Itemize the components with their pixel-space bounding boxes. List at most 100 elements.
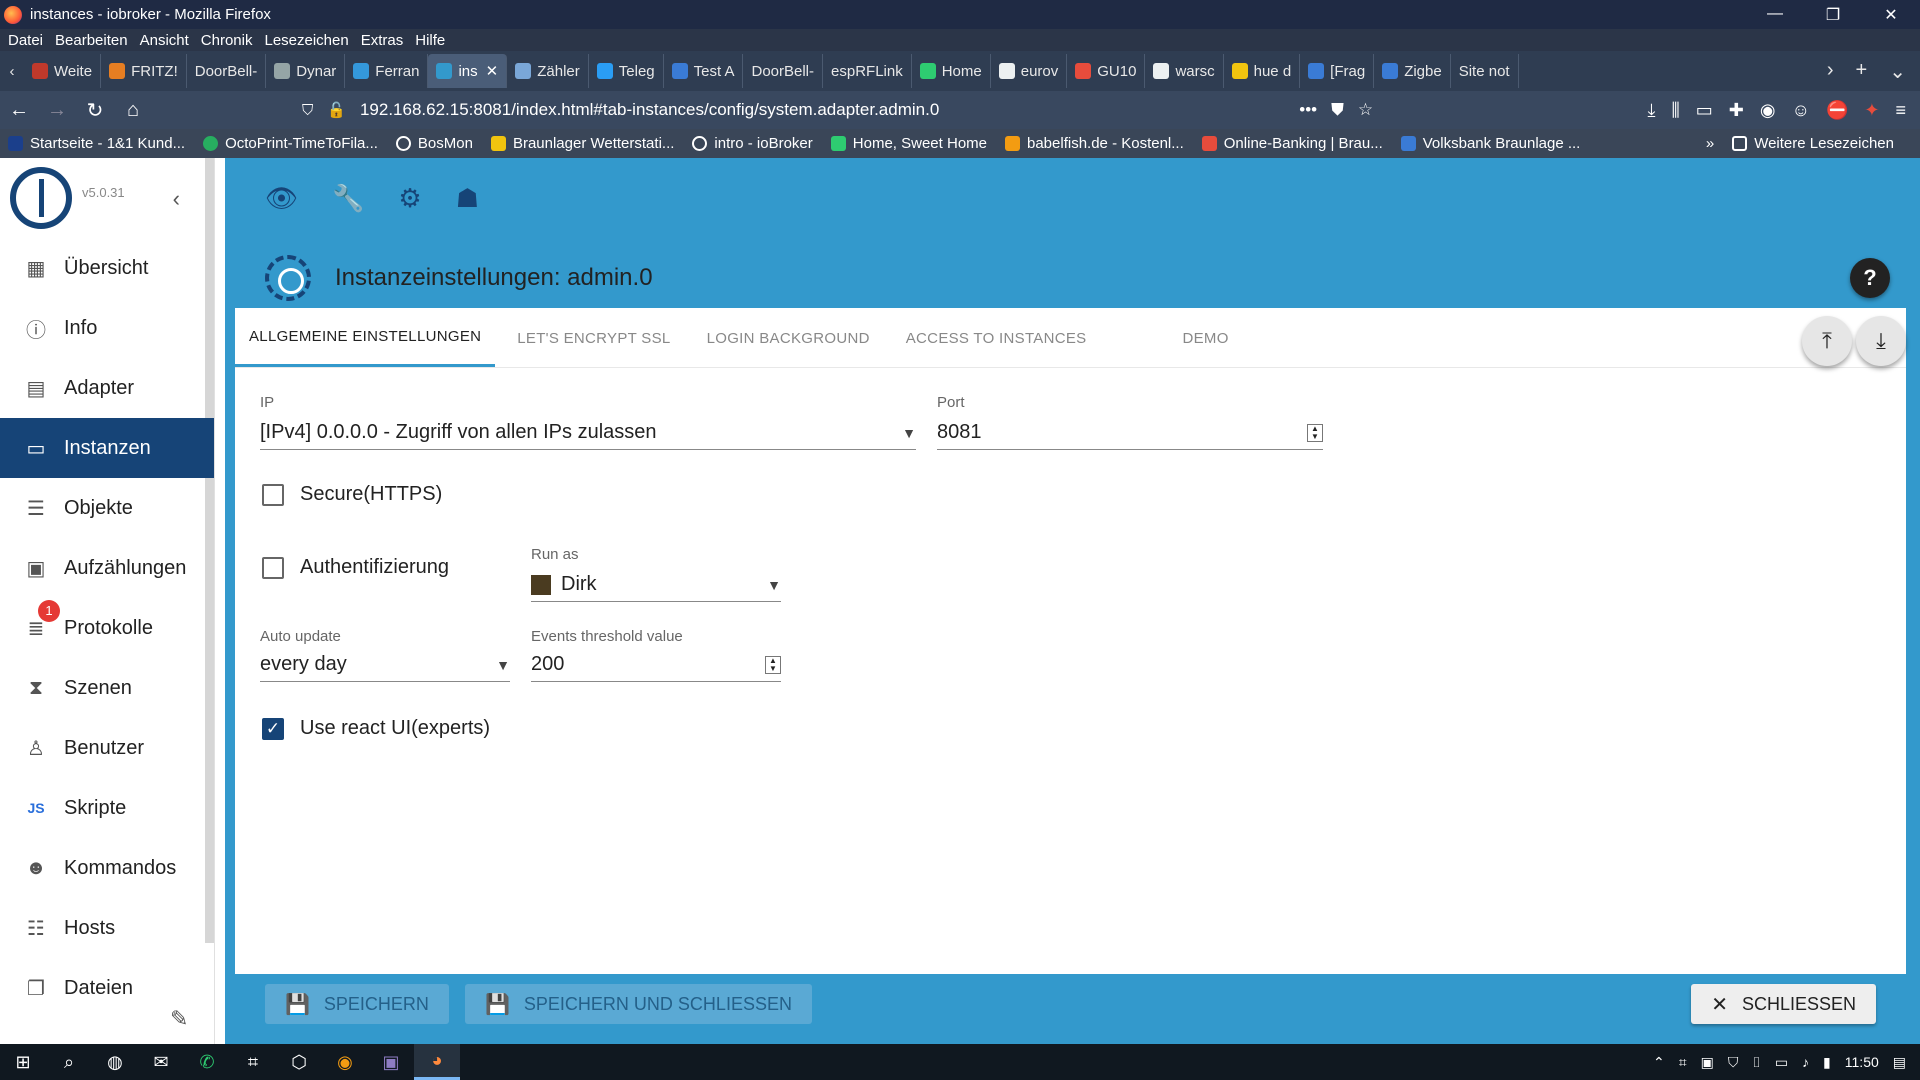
upload-config-icon[interactable]: ⤒: [1802, 316, 1852, 366]
browser-tab[interactable]: Ferran: [345, 54, 429, 88]
page-actions-icon[interactable]: •••: [1299, 100, 1317, 120]
more-bookmarks-folder[interactable]: Weitere Lesezeichen: [1732, 135, 1894, 152]
app-obs-icon[interactable]: ◍: [92, 1052, 138, 1073]
menu-ansicht[interactable]: Ansicht: [140, 32, 189, 49]
browser-tab[interactable]: eurov: [991, 54, 1068, 88]
sidebar-item-benutzer[interactable]: ♙ Benutzer: [0, 718, 214, 778]
account-icon[interactable]: ☺: [1792, 100, 1810, 121]
library-icon[interactable]: ⫼: [1671, 100, 1679, 121]
tray-volume-icon[interactable]: ♪: [1802, 1054, 1809, 1070]
tray-usb-icon[interactable]: ⌷: [1752, 1054, 1760, 1071]
sidebar-toggle-icon[interactable]: ▭: [1696, 100, 1713, 121]
tray-expand-icon[interactable]: ⌃: [1653, 1054, 1665, 1071]
sidebar-item-info[interactable]: ⓘ Info: [0, 298, 214, 358]
runas-select[interactable]: Dirk ▼: [531, 568, 781, 602]
maximize-button[interactable]: ❐: [1804, 5, 1862, 25]
search-icon[interactable]: ⌕: [46, 1052, 92, 1073]
tab-access-to-instances[interactable]: ACCESS TO INSTANCES: [892, 309, 1101, 367]
browser-tab[interactable]: Weite: [24, 54, 102, 88]
bookmark-item[interactable]: intro - ioBroker: [692, 135, 813, 152]
save-and-close-button[interactable]: 💾 SPEICHERN UND SCHLIESSEN: [465, 984, 812, 1024]
tray-security-icon[interactable]: ⛉: [1728, 1054, 1739, 1071]
gear-icon[interactable]: ⚙: [398, 183, 421, 214]
extensions-icon[interactable]: ✚: [1729, 100, 1744, 121]
menu-chronik[interactable]: Chronik: [201, 32, 253, 49]
adblock-icon[interactable]: ⛔: [1826, 100, 1848, 121]
checkbox-checked-icon[interactable]: ✓: [262, 717, 284, 740]
checkbox-unchecked-icon[interactable]: [262, 556, 284, 579]
bookmark-item[interactable]: Volksbank Braunlage ...: [1400, 135, 1580, 152]
menu-hilfe[interactable]: Hilfe: [415, 32, 445, 49]
notifications-icon[interactable]: ▤: [1893, 1054, 1906, 1071]
app-firefox-icon[interactable]: ◕: [414, 1044, 460, 1080]
windows-start-icon[interactable]: ⊞: [0, 1052, 46, 1073]
bookmark-star-icon[interactable]: ☆: [1358, 100, 1373, 120]
wrench-icon[interactable]: 🔧: [332, 183, 364, 214]
app-box-icon[interactable]: ⬡: [276, 1052, 322, 1073]
port-input[interactable]: 8081 ▲ ▼: [937, 416, 1323, 450]
bookmark-item[interactable]: Online-Banking | Brau...: [1201, 135, 1383, 152]
browser-tab[interactable]: Test A: [664, 54, 744, 88]
tray-network-icon[interactable]: ⌗: [1679, 1054, 1687, 1071]
menu-extras[interactable]: Extras: [361, 32, 404, 49]
tab-allgemeine-einstellungen[interactable]: ALLGEMEINE EINSTELLUNGEN: [235, 309, 496, 367]
tab-list-icon[interactable]: ⌄: [1889, 59, 1906, 84]
home-icon[interactable]: ⌂: [114, 99, 152, 122]
addon-red-icon[interactable]: ✦: [1864, 100, 1879, 121]
url-bar[interactable]: 192.168.62.15:8081/index.html#tab-instan…: [360, 100, 939, 120]
browser-tab[interactable]: espRFLink: [823, 54, 912, 88]
insecure-lock-icon[interactable]: 🔓: [327, 101, 346, 119]
number-spinner-icon[interactable]: ▲ ▼: [765, 655, 781, 674]
help-icon[interactable]: ?: [1850, 258, 1890, 298]
download-config-icon[interactable]: ⤓: [1856, 316, 1906, 366]
download-icon[interactable]: ⤓: [1648, 100, 1656, 121]
browser-tab[interactable]: FRITZ!: [101, 54, 187, 88]
browser-tab[interactable]: [Frag: [1300, 54, 1375, 88]
autoupdate-select[interactable]: every day ▼: [260, 648, 510, 682]
sidebar-item-hosts[interactable]: ☷ Hosts: [0, 898, 214, 958]
bookmark-item[interactable]: BosMon: [395, 135, 473, 152]
menu-datei[interactable]: Datei: [8, 32, 43, 49]
browser-tab[interactable]: DoorBell-: [187, 54, 267, 88]
sidebar-item-adapter[interactable]: ▤ Adapter: [0, 358, 214, 418]
minimize-button[interactable]: —: [1746, 5, 1804, 25]
tab-scroll-left-icon[interactable]: ‹: [0, 63, 24, 80]
browser-tab[interactable]: Site not: [1451, 54, 1519, 88]
edit-menu-pencil-icon[interactable]: ✎: [170, 1006, 188, 1032]
browser-tab[interactable]: warsc: [1145, 54, 1224, 88]
checkbox-unchecked-icon[interactable]: [262, 483, 284, 506]
tab-scroll-right-icon[interactable]: ›: [1827, 59, 1834, 84]
expert-mode-icon[interactable]: ☗: [456, 183, 479, 214]
bookmark-item[interactable]: Startseite - 1&1 Kund...: [8, 135, 185, 152]
menu-bearbeiten[interactable]: Bearbeiten: [55, 32, 128, 49]
browser-tab[interactable]: GU10: [1067, 54, 1146, 88]
authentication-checkbox[interactable]: Authentifizierung: [262, 556, 449, 579]
app-chrome-icon[interactable]: ◉: [322, 1052, 368, 1073]
use-react-ui-checkbox[interactable]: ✓ Use react UI(experts): [262, 717, 490, 740]
tray-display-icon[interactable]: ▣: [1701, 1054, 1714, 1071]
sidebar-item-aufzaehlungen[interactable]: ▣ Aufzählungen: [0, 538, 214, 598]
bookmark-item[interactable]: OctoPrint-TimeToFila...: [203, 135, 378, 152]
secure-checkbox[interactable]: Secure(HTTPS): [262, 483, 442, 506]
browser-tab[interactable]: Zigbe: [1374, 54, 1451, 88]
browser-tab[interactable]: Teleg: [589, 54, 664, 88]
reload-icon[interactable]: ↻: [76, 98, 114, 123]
tab-lets-encrypt[interactable]: LET'S ENCRYPT SSL: [503, 309, 684, 367]
tab-demo[interactable]: DEMO: [1169, 309, 1243, 367]
sidebar-item-szenen[interactable]: ⧗ Szenen: [0, 658, 214, 718]
app-outlook-icon[interactable]: ✉: [138, 1052, 184, 1073]
close-button[interactable]: ✕ SCHLIESSEN: [1691, 984, 1876, 1024]
sidebar-item-instanzen[interactable]: ▭ Instanzen: [0, 418, 214, 478]
bookmark-item[interactable]: Home, Sweet Home: [830, 135, 987, 152]
browser-tab[interactable]: DoorBell-: [743, 54, 824, 88]
events-threshold-input[interactable]: 200 ▲ ▼: [531, 648, 781, 682]
tab-login-background[interactable]: LOGIN BACKGROUND: [693, 309, 884, 367]
close-window-button[interactable]: ✕: [1862, 5, 1920, 25]
bookmark-item[interactable]: Braunlager Wetterstati...: [490, 135, 674, 152]
app-whatsapp-icon[interactable]: ✆: [184, 1052, 230, 1073]
tray-battery-icon[interactable]: ▮: [1823, 1054, 1831, 1071]
sidebar-item-uebersicht[interactable]: ▦ Übersicht: [0, 238, 214, 298]
shield-icon[interactable]: ⛉: [302, 102, 313, 119]
addon-icon[interactable]: ◉: [1760, 100, 1776, 121]
taskbar-clock[interactable]: 11:50: [1845, 1054, 1879, 1070]
